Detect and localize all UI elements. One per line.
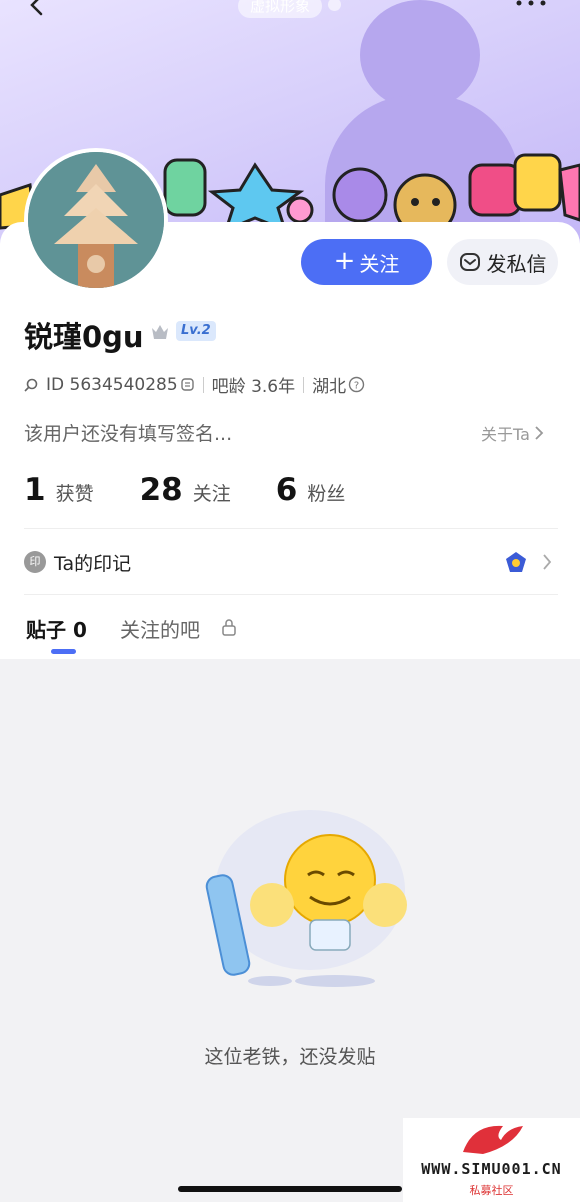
search-icon — [24, 378, 38, 392]
plus-icon: + — [333, 245, 356, 276]
private-message-button[interactable]: 发私信 — [447, 239, 558, 285]
seal-row[interactable]: 印 Ta的印记 — [24, 542, 558, 582]
meta-divider — [202, 376, 204, 393]
svg-text:?: ? — [354, 381, 359, 392]
meta-divider — [303, 376, 305, 393]
virtual-avatar-label[interactable]: 虚拟形象 — [238, 0, 323, 18]
tab-followed-bars[interactable]: 关注的吧 — [120, 614, 200, 643]
user-signature: 该用户还没有填写签名... — [24, 423, 233, 445]
bar-age: 吧龄 3.6年 — [211, 377, 296, 397]
user-id: ID 5634540285 — [46, 374, 178, 395]
user-avatar[interactable] — [24, 148, 168, 292]
followers-label: 粉丝 — [307, 483, 346, 505]
follow-label: 关注 — [359, 251, 400, 276]
followers-count[interactable]: 6 — [276, 472, 298, 508]
watermark-subtitle: 私募社区 — [469, 1184, 514, 1197]
site-watermark: WWW.SIMU001.CN 私募社区 — [403, 1118, 580, 1202]
about-ta-link[interactable]: 关于Ta — [481, 421, 544, 445]
medal-icon — [506, 552, 526, 572]
empty-posts-illustration — [205, 810, 407, 987]
crown-icon — [152, 325, 168, 339]
message-label: 发私信 — [486, 251, 547, 276]
watermark-site: WWW.SIMU001.CN — [421, 1160, 562, 1178]
watermark-logo — [463, 1125, 523, 1154]
divider — [24, 594, 558, 595]
more-options-icon[interactable] — [514, 0, 548, 10]
chevron-right-icon — [543, 554, 552, 570]
virtual-avatar-dot — [328, 0, 341, 11]
stats-row: 1 获赞 28 关注 6 粉丝 — [24, 472, 345, 508]
home-indicator — [178, 1186, 402, 1192]
likes-count[interactable]: 1 — [24, 472, 46, 508]
follow-button[interactable]: + 关注 — [301, 239, 432, 285]
message-clock-icon — [459, 253, 480, 271]
chevron-right-icon — [535, 426, 544, 440]
lock-icon — [222, 619, 236, 636]
pagoda-avatar-image — [28, 152, 164, 288]
seal-label: Ta的印记 — [54, 552, 132, 575]
about-label: 关于Ta — [481, 425, 530, 444]
copy-icon[interactable] — [180, 377, 195, 392]
back-arrow-icon[interactable] — [26, 0, 48, 16]
location: 湖北 — [312, 377, 347, 397]
help-icon[interactable]: ? — [348, 376, 365, 393]
top-bar: 虚拟形象 — [0, 0, 580, 26]
tab-posts[interactable]: 贴子 0 — [26, 614, 87, 643]
seal-icon: 印 — [24, 551, 46, 573]
level-badge: Lv.2 — [176, 321, 216, 341]
following-label: 关注 — [192, 483, 231, 505]
following-count[interactable]: 28 — [140, 472, 183, 508]
divider — [24, 528, 558, 529]
username: 锐瑾0gu — [24, 320, 144, 354]
active-tab-indicator — [51, 649, 76, 654]
likes-label: 获赞 — [55, 483, 94, 505]
profile-meta-row: ID 5634540285 吧龄 3.6年 湖北 ? — [24, 372, 365, 397]
empty-state-message: 这位老铁，还没发贴 — [204, 1046, 376, 1068]
